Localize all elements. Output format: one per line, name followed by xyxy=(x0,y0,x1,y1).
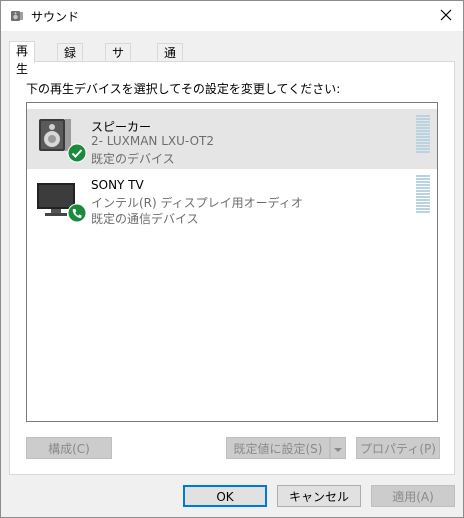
ok-button[interactable]: OK xyxy=(183,485,267,507)
volume-meter xyxy=(416,115,430,155)
sound-dialog: サウンド 再生 録音 サウンド 通信 下の再生デバイスを選択してその設定を変更し… xyxy=(0,0,464,518)
device-list[interactable]: スピーカー 2- LUXMAN LXU-OT2 既定のデバイス SONY TV … xyxy=(26,102,438,422)
properties-button[interactable]: プロパティ(P) xyxy=(356,437,440,459)
device-status: 既定の通信デバイス xyxy=(91,212,199,226)
device-item-speaker[interactable]: スピーカー 2- LUXMAN LXU-OT2 既定のデバイス xyxy=(27,109,437,169)
close-button[interactable] xyxy=(429,1,463,31)
window-title: サウンド xyxy=(31,10,80,24)
device-driver: 2- LUXMAN LXU-OT2 xyxy=(91,134,214,148)
instruction-text: 下の再生デバイスを選択してその設定を変更してください: xyxy=(26,82,341,96)
cancel-button[interactable]: キャンセル xyxy=(277,485,361,507)
set-default-dropdown[interactable] xyxy=(330,437,346,459)
tab-communications[interactable]: 通信 xyxy=(157,43,184,78)
chevron-down-icon xyxy=(334,442,342,456)
tab-recording[interactable]: 録音 xyxy=(57,43,84,78)
tab-sounds[interactable]: サウンド xyxy=(105,43,132,114)
phone-badge-icon xyxy=(67,203,87,226)
set-default-button[interactable]: 既定値に設定(S) xyxy=(226,437,330,459)
device-status: 既定のデバイス xyxy=(91,152,175,166)
tab-playback[interactable]: 再生 xyxy=(9,41,36,76)
device-driver: インテル(R) ディスプレイ用オーディオ xyxy=(91,196,303,210)
check-badge-icon xyxy=(67,143,87,166)
speaker-app-icon xyxy=(10,9,24,23)
configure-button[interactable]: 構成(C) xyxy=(26,437,112,459)
device-name: SONY TV xyxy=(91,178,144,192)
device-name: スピーカー xyxy=(91,120,152,134)
playback-panel: 下の再生デバイスを選択してその設定を変更してください: スピーカー 2- LUX… xyxy=(9,61,455,475)
volume-meter xyxy=(416,175,430,215)
close-icon xyxy=(440,9,452,24)
title-bar[interactable]: サウンド xyxy=(1,1,463,31)
device-item-sony-tv[interactable]: SONY TV インテル(R) ディスプレイ用オーディオ 既定の通信デバイス xyxy=(27,169,437,229)
tab-label: 再生 xyxy=(16,44,29,76)
apply-button[interactable]: 適用(A) xyxy=(371,485,455,507)
